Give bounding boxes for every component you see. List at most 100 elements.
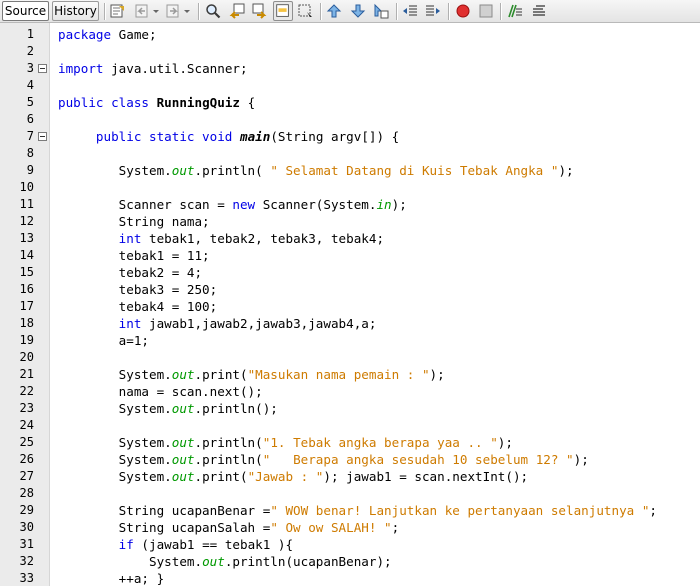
code-line[interactable]: System.out.println(" Berapa angka sesuda… xyxy=(58,451,589,468)
back-icon[interactable] xyxy=(135,3,151,19)
code-token: import xyxy=(58,61,104,76)
code-line[interactable]: System.out.print("Masukan nama pemain : … xyxy=(58,366,445,383)
back-dropdown-icon[interactable] xyxy=(152,3,160,19)
line-number: 27 xyxy=(19,469,34,483)
fold-toggle-icon[interactable] xyxy=(38,64,47,73)
code-token: ; xyxy=(649,503,658,518)
code-token: tebak4 = 100; xyxy=(58,299,218,314)
code-line[interactable]: if (jawab1 == tebak1 ){ xyxy=(58,536,293,553)
find-selection-icon[interactable] xyxy=(298,3,314,19)
toggle-highlight-search-icon[interactable] xyxy=(273,1,293,21)
line-number: 25 xyxy=(19,435,34,449)
code-token: " Berapa angka sesudah 10 sebelum 12? " xyxy=(262,452,574,467)
code-line[interactable]: String nama; xyxy=(58,213,210,230)
code-line[interactable]: String ucapanBenar =" WOW benar! Lanjutk… xyxy=(58,502,657,519)
shift-line-left-icon[interactable] xyxy=(402,3,418,19)
code-token: ); xyxy=(497,435,513,450)
fold-toggle-icon[interactable] xyxy=(38,132,47,141)
code-line[interactable]: System.out.print("Jawab : "); jawab1 = s… xyxy=(58,468,528,485)
code-token: Scanner(System. xyxy=(255,197,377,212)
line-number: 29 xyxy=(19,503,34,517)
shift-line-right-icon[interactable] xyxy=(425,3,441,19)
code-token: .println(); xyxy=(194,401,278,416)
toolbar-separator xyxy=(198,3,200,20)
code-token: (jawab1 == tebak1 ){ xyxy=(133,537,294,552)
code-token: int xyxy=(118,316,142,331)
code-token: System. xyxy=(58,367,172,382)
code-token: out xyxy=(171,401,195,416)
toolbar-separator xyxy=(396,3,398,20)
line-number: 16 xyxy=(19,282,34,296)
code-token: ); xyxy=(429,367,445,382)
line-number-gutter: 1 2 3 4 5 6 7 8 9 10 11 12 13 14 15 16 17 18 19 20 21 22 23 24 2… xyxy=(0,23,50,586)
code-editor[interactable]: 1 2 3 4 5 6 7 8 9 10 11 12 13 14 15 16 17 18 19 20 21 22 23 24 2… xyxy=(0,23,700,586)
code-line[interactable]: Scanner scan = new Scanner(System.in); xyxy=(58,196,407,213)
tab-source[interactable]: Source xyxy=(2,1,49,21)
code-line[interactable]: tebak4 = 100; xyxy=(58,298,218,315)
forward-icon[interactable] xyxy=(166,3,182,19)
comment-icon[interactable] xyxy=(507,3,523,19)
code-token: String ucapanBenar = xyxy=(58,503,271,518)
code-line[interactable]: System.out.println(); xyxy=(58,400,278,417)
editor-toolbar: Source History xyxy=(0,0,700,23)
code-line[interactable]: System.out.println(ucapanBenar); xyxy=(58,553,392,570)
toolbar-separator xyxy=(104,3,106,20)
code-line[interactable]: tebak3 = 250; xyxy=(58,281,218,298)
line-number: 7 xyxy=(26,129,34,143)
code-token: { xyxy=(239,95,256,110)
code-line[interactable]: int tebak1, tebak2, tebak3, tebak4; xyxy=(58,230,384,247)
code-token: public static void xyxy=(58,129,240,144)
code-line[interactable]: public static void main(String argv[]) { xyxy=(58,128,399,145)
code-line[interactable]: String ucapanSalah =" Ow ow SALAH! "; xyxy=(58,519,400,536)
line-number: 1 xyxy=(26,27,34,41)
line-number: 2 xyxy=(26,44,34,58)
find-icon[interactable] xyxy=(205,3,221,19)
code-line[interactable]: nama = scan.next(); xyxy=(58,383,263,400)
code-line[interactable]: a=1; xyxy=(58,332,149,349)
code-token: System. xyxy=(58,435,172,450)
code-token: " Selamat Datang di Kuis Tebak Angka " xyxy=(270,163,559,178)
line-number: 14 xyxy=(19,248,34,262)
code-token: out xyxy=(171,163,195,178)
toggle-bookmark-icon[interactable] xyxy=(373,3,389,19)
line-number: 3 xyxy=(26,61,34,75)
code-line[interactable]: package Game; xyxy=(58,26,157,43)
code-line[interactable]: int jawab1,jawab2,jawab3,jawab4,a; xyxy=(58,315,377,332)
code-token: System. xyxy=(58,554,203,569)
line-number: 17 xyxy=(19,299,34,313)
code-token: tebak3 = 250; xyxy=(58,282,218,297)
code-token: Game; xyxy=(111,27,157,42)
code-token: out xyxy=(171,469,195,484)
next-bookmark-icon[interactable] xyxy=(350,3,366,19)
code-line[interactable]: System.out.println( " Selamat Datang di … xyxy=(58,162,574,179)
code-token: Scanner scan = xyxy=(58,197,233,212)
code-line[interactable]: System.out.println("1. Tebak angka berap… xyxy=(58,434,513,451)
start-macro-recording-icon[interactable] xyxy=(455,3,471,19)
stop-macro-recording-icon[interactable] xyxy=(478,3,494,19)
code-line[interactable]: public class RunningQuiz { xyxy=(58,94,255,111)
previous-bookmark-icon[interactable] xyxy=(326,3,342,19)
toolbar-separator xyxy=(500,3,502,20)
code-token: new xyxy=(232,197,256,212)
code-line[interactable]: tebak1 = 11; xyxy=(58,247,210,264)
code-line[interactable]: ++a; } xyxy=(58,570,165,587)
code-line[interactable]: tebak2 = 4; xyxy=(58,264,202,281)
forward-dropdown-icon[interactable] xyxy=(183,3,191,19)
line-number: 11 xyxy=(19,197,34,211)
code-token: (String argv[]) { xyxy=(270,129,400,144)
tab-history[interactable]: History xyxy=(52,1,99,21)
line-number: 23 xyxy=(19,401,34,415)
find-next-icon[interactable] xyxy=(252,3,268,19)
uncomment-icon[interactable] xyxy=(530,3,546,19)
code-line[interactable]: import java.util.Scanner; xyxy=(58,60,248,77)
code-token: ); jawab1 = scan.nextInt(); xyxy=(323,469,529,484)
line-number: 22 xyxy=(19,384,34,398)
code-token: System. xyxy=(58,469,172,484)
last-edit-icon[interactable] xyxy=(110,3,126,19)
line-number: 26 xyxy=(19,452,34,466)
find-previous-icon[interactable] xyxy=(229,3,245,19)
code-token: in xyxy=(376,197,392,212)
